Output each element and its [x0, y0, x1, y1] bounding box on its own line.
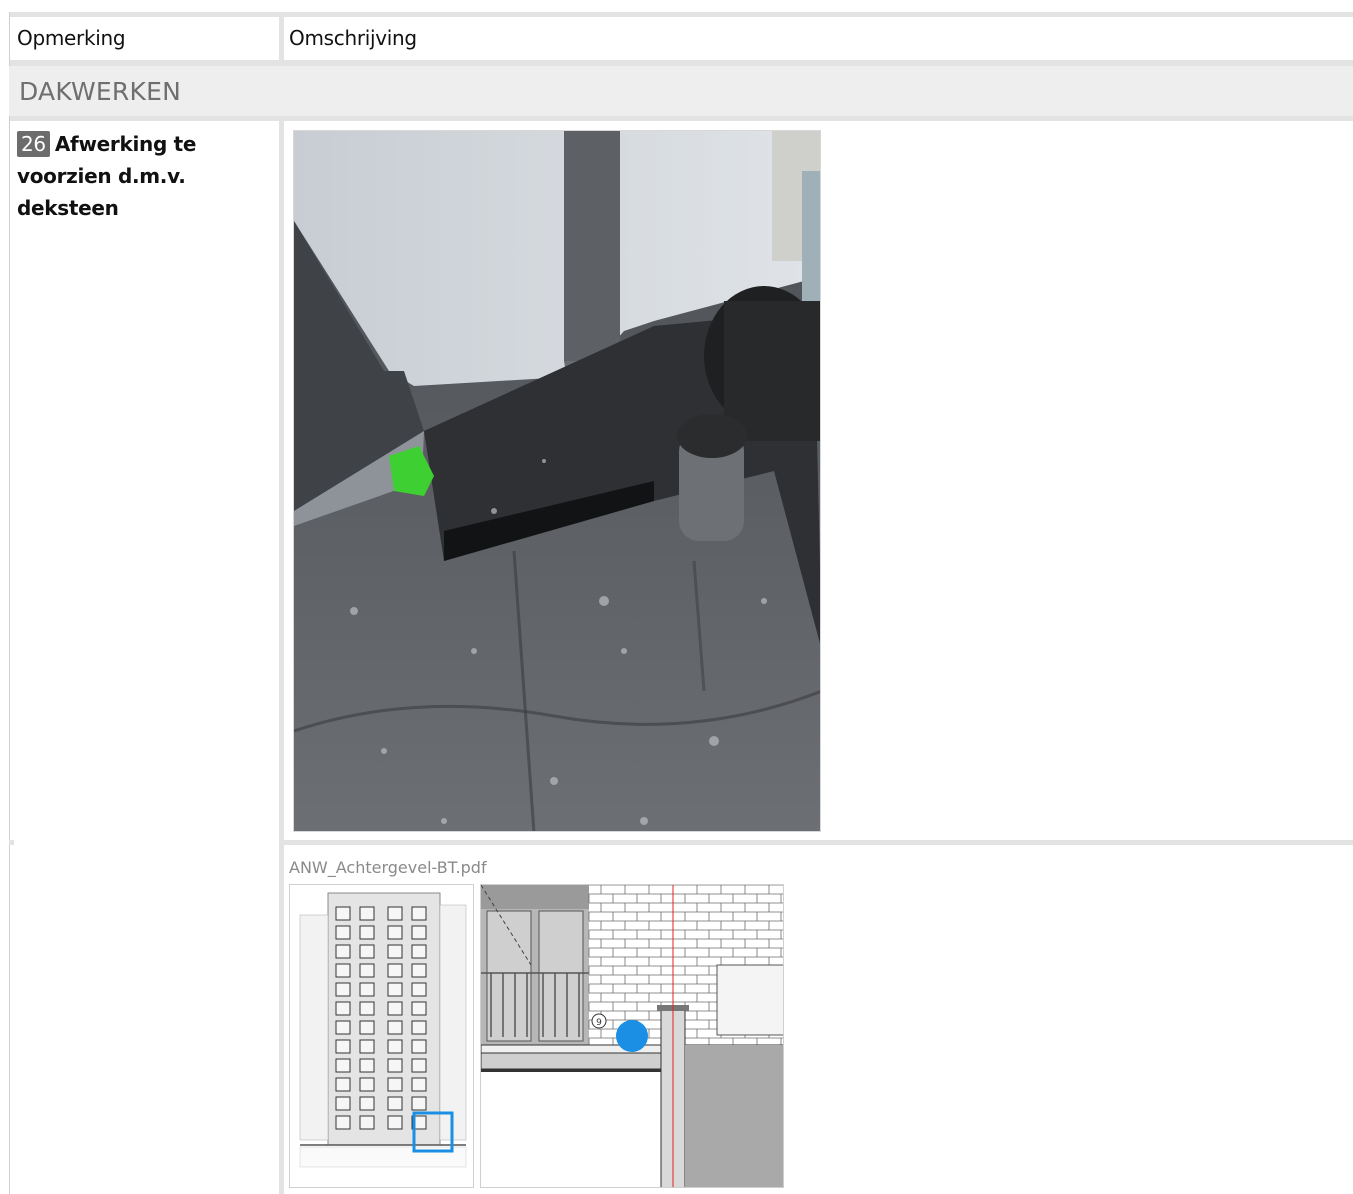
facade-window [359, 1096, 375, 1111]
facade-window [387, 1077, 403, 1092]
facade-window [411, 1039, 427, 1054]
facade-window [411, 982, 427, 997]
facade-window [335, 963, 351, 978]
row-divider [9, 840, 14, 845]
column-divider-header [279, 12, 284, 66]
facade-window [335, 1020, 351, 1035]
facade-window [359, 925, 375, 940]
facade-window [411, 1001, 427, 1016]
facade-window [387, 1020, 403, 1035]
location-pin-icon[interactable] [616, 1020, 648, 1052]
facade-window [359, 982, 375, 997]
facade-window [335, 1039, 351, 1054]
facade-window [411, 963, 427, 978]
facade-window [335, 925, 351, 940]
column-divider-body [279, 121, 284, 1194]
facade-window [335, 1077, 351, 1092]
facade-window [335, 1096, 351, 1111]
facade-window [335, 1058, 351, 1073]
facade-window [411, 906, 427, 921]
roof-photo-image [294, 131, 820, 831]
facade-window [387, 1039, 403, 1054]
left-border [9, 12, 10, 1194]
facade-window [387, 906, 403, 921]
facade-window [387, 1058, 403, 1073]
facade-window [411, 1020, 427, 1035]
plan-detail-thumbnail[interactable]: 9 [480, 884, 784, 1188]
attachment-file-name[interactable]: ANW_Achtergevel-BT.pdf [289, 858, 487, 877]
facade-window [411, 1096, 427, 1111]
facade-window [387, 963, 403, 978]
section-bottom-border [9, 116, 1353, 121]
facade-window [387, 1001, 403, 1016]
facade-window [359, 1115, 375, 1130]
facade-window [335, 1001, 351, 1016]
facade-window [359, 1039, 375, 1054]
facade-window [359, 1077, 375, 1092]
facade-window [387, 1115, 403, 1130]
facade-window [411, 1077, 427, 1092]
facade-window [359, 963, 375, 978]
row-divider-right [284, 840, 1353, 845]
plan-overview-thumbnail[interactable] [289, 884, 474, 1188]
facade-window [411, 944, 427, 959]
facade-window [387, 944, 403, 959]
facade-window [359, 1001, 375, 1016]
facade-drawing [299, 892, 467, 1168]
facade-window [335, 944, 351, 959]
facade-window [335, 982, 351, 997]
facade-window [387, 982, 403, 997]
section-row: DAKWERKEN [9, 66, 1353, 116]
detail-marker-label: 9 [596, 1018, 602, 1028]
facade-window [387, 1096, 403, 1111]
facade-window [335, 906, 351, 921]
facade-window [411, 925, 427, 940]
facade-window [359, 1020, 375, 1035]
column-header-description: Omschrijving [289, 26, 417, 50]
detail-drawing: 9 [481, 885, 783, 1187]
facade-window [411, 1058, 427, 1073]
facade-window [359, 944, 375, 959]
facade-window [387, 925, 403, 940]
item-number-badge: 26 [17, 131, 50, 157]
facade-window [335, 1115, 351, 1130]
table-top-border [9, 12, 1353, 17]
facade-window [359, 906, 375, 921]
remark-cell: 26 Afwerking te voorzien d.m.v. deksteen [17, 128, 279, 224]
column-header-remark: Opmerking [17, 26, 126, 50]
remark-photo[interactable] [293, 130, 821, 832]
section-title: DAKWERKEN [19, 77, 181, 106]
facade-window [359, 1058, 375, 1073]
